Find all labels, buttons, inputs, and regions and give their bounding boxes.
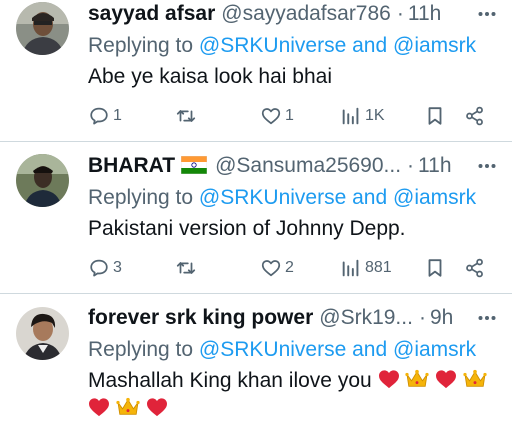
- replying-to-label: Replying to: [88, 338, 194, 361]
- display-name[interactable]: forever srk king power: [88, 304, 313, 332]
- avatar-photo: [16, 154, 69, 207]
- crown-emoji-icon: [405, 370, 430, 388]
- bookmark-button[interactable]: [424, 103, 446, 129]
- comment-icon: [90, 259, 108, 277]
- action-bar: 3 2 881: [88, 255, 498, 281]
- replying-to: Replying to @SRKUniverse and @iamsrk: [88, 184, 476, 212]
- reply-button[interactable]: 1: [88, 103, 122, 129]
- view-count: 1K: [365, 107, 385, 124]
- emoji-row-2: [88, 395, 502, 423]
- tweet-text: Pakistani version of Johnny Depp.: [88, 217, 406, 240]
- mention-link[interactable]: @SRKUniverse: [199, 338, 346, 361]
- user-handle[interactable]: @sayyadafsar786: [221, 0, 391, 28]
- mention-link[interactable]: @SRKUniverse: [199, 186, 346, 209]
- display-name[interactable]: BHARAT: [88, 152, 175, 180]
- share-button[interactable]: [464, 103, 486, 129]
- share-icon: [466, 258, 483, 278]
- bookmark-button[interactable]: [424, 255, 446, 281]
- avatar-photo: [16, 307, 69, 360]
- timestamp[interactable]: 11h: [408, 0, 441, 28]
- comment-icon: [90, 107, 108, 125]
- replying-to-label: Replying to: [88, 34, 194, 57]
- views-button[interactable]: 881: [340, 255, 392, 281]
- views-icon: [342, 259, 359, 277]
- views-icon: [342, 107, 359, 125]
- share-icon: [466, 106, 483, 126]
- tweet-text: Mashallah King khan ilove you: [88, 367, 502, 395]
- heart-icon: [261, 260, 281, 277]
- heart-emoji-icon: [146, 398, 167, 417]
- retweet-icon: [176, 262, 196, 274]
- like-count: 2: [285, 259, 294, 276]
- avatar-photo: [16, 2, 69, 55]
- mention-link[interactable]: @iamsrk: [393, 34, 476, 57]
- separator-dot: ·: [396, 2, 404, 25]
- timestamp[interactable]: 9h: [430, 304, 453, 332]
- emoji-row-1: [378, 369, 488, 392]
- reply-count: 1: [113, 107, 122, 124]
- reply-count: 3: [113, 259, 122, 276]
- and-text: and: [352, 34, 388, 57]
- heart-emoji-icon: [89, 398, 109, 417]
- tweet-text-content: Mashallah King khan ilove you: [88, 369, 372, 392]
- avatar[interactable]: [16, 307, 69, 360]
- india-flag-icon: [181, 156, 208, 174]
- heart-emoji-icon: [378, 370, 399, 389]
- timestamp[interactable]: 11h: [418, 152, 451, 180]
- share-button[interactable]: [464, 255, 486, 281]
- replying-to-label: Replying to: [88, 186, 194, 209]
- mention-link[interactable]: @iamsrk: [393, 186, 476, 209]
- like-button[interactable]: 1: [260, 103, 294, 129]
- retweet-button[interactable]: [175, 103, 197, 129]
- replying-to: Replying to @SRKUniverse and @iamsrk: [88, 32, 476, 60]
- display-name[interactable]: sayyad afsar: [88, 0, 215, 28]
- action-bar: 1 1 1K: [88, 103, 498, 129]
- heart-emoji-icon: [436, 370, 457, 389]
- heart-icon: [261, 108, 281, 125]
- more-icon[interactable]: [476, 304, 498, 332]
- tweet-1[interactable]: sayyad afsar @sayyadafsar786 · 11h Reply…: [0, 0, 512, 140]
- more-icon[interactable]: [476, 0, 498, 28]
- avatar[interactable]: [16, 2, 69, 55]
- replying-to: Replying to @SRKUniverse and @iamsrk: [88, 336, 476, 364]
- bookmark-icon: [428, 107, 442, 125]
- crown-emoji-icon: [116, 398, 140, 416]
- like-button[interactable]: 2: [260, 255, 294, 281]
- mention-link[interactable]: @iamsrk: [393, 338, 476, 361]
- tweet-text: Abe ye kaisa look hai bhai: [88, 65, 332, 88]
- reply-button[interactable]: 3: [88, 255, 122, 281]
- and-text: and: [352, 338, 388, 361]
- mention-link[interactable]: @SRKUniverse: [199, 34, 346, 57]
- view-count: 881: [365, 259, 392, 276]
- tweet-2[interactable]: BHARAT @Sansuma25690... · 11h Replying t…: [0, 142, 512, 292]
- separator-dot: ·: [407, 154, 415, 177]
- avatar[interactable]: [16, 154, 69, 207]
- user-handle[interactable]: @Srk19...: [319, 304, 413, 332]
- separator-dot: ·: [418, 306, 426, 329]
- retweet-button[interactable]: [175, 255, 197, 281]
- views-button[interactable]: 1K: [340, 103, 385, 129]
- more-icon[interactable]: [476, 152, 498, 180]
- like-count: 1: [285, 107, 294, 124]
- retweet-icon: [176, 110, 196, 122]
- user-handle[interactable]: @Sansuma25690...: [215, 152, 401, 180]
- tweet-3[interactable]: forever srk king power @Srk19... · 9h Re…: [0, 294, 512, 422]
- crown-emoji-icon: [463, 370, 487, 388]
- and-text: and: [352, 186, 388, 209]
- bookmark-icon: [428, 259, 442, 277]
